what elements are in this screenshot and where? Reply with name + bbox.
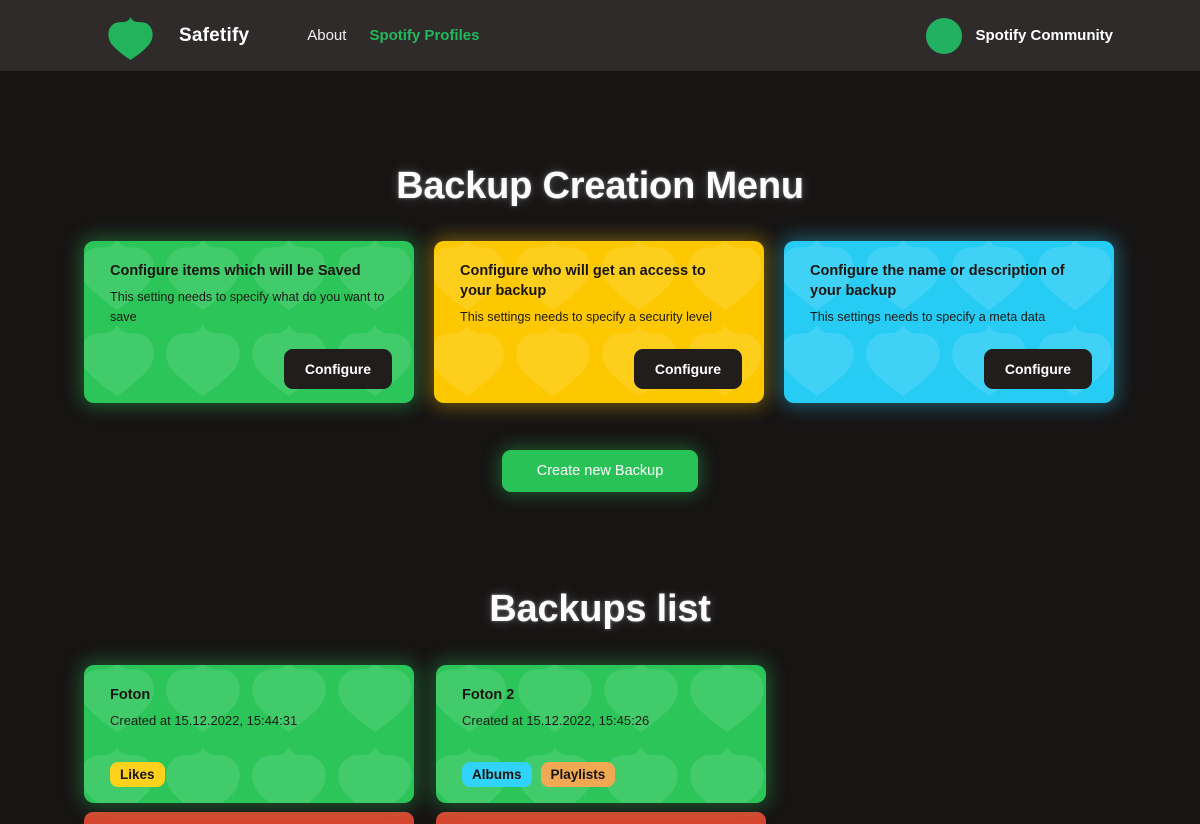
backups-list-grid: Foton Created at 15.12.2022, 15:44:31 Li…: [0, 665, 1200, 824]
delete-backup-button[interactable]: Delete this backup: [84, 812, 414, 824]
brand[interactable]: Safetify: [104, 10, 249, 62]
backup-created-at: Created at 15.12.2022, 15:45:26: [462, 713, 650, 728]
backup-list-item: Foton Created at 15.12.2022, 15:44:31 Li…: [84, 665, 414, 824]
brand-name: Safetify: [179, 24, 250, 46]
config-card-title: Configure items which will be Saved: [110, 263, 361, 279]
configure-button[interactable]: Configure: [983, 349, 1092, 389]
nav-link-about[interactable]: About: [307, 27, 346, 44]
backup-created-at: Created at 15.12.2022, 15:44:31: [110, 713, 298, 728]
create-backup-row: Create new Backup: [0, 450, 1200, 492]
config-card-description: This settings needs to specify a securit…: [460, 310, 712, 324]
backup-tag-row: Albums Playlists: [462, 762, 744, 787]
backup-tag-row: Likes: [110, 762, 392, 787]
page-title-backup-menu: Backup Creation Menu: [396, 165, 804, 207]
backup-tag-playlists: Playlists: [540, 762, 616, 787]
config-card-title: Configure the name or description of you…: [810, 263, 1065, 299]
user-menu[interactable]: Spotify Community: [925, 17, 1114, 54]
backup-tag-likes: Likes: [110, 762, 165, 787]
configure-button[interactable]: Configure: [283, 349, 392, 389]
site-header: Safetify About Spotify Profiles Spotify …: [0, 0, 1200, 71]
main-nav: About Spotify Profiles: [307, 27, 479, 44]
config-card-grid: Configure items which will be Saved This…: [0, 241, 1200, 403]
backup-name: Foton 2: [462, 687, 515, 703]
config-card-saved-items[interactable]: Configure items which will be Saved This…: [84, 241, 414, 403]
backup-tag-albums: Albums: [462, 762, 532, 787]
create-new-backup-button[interactable]: Create new Backup: [501, 450, 699, 492]
delete-backup-button[interactable]: Delete this backup: [436, 812, 766, 824]
main-content: Backup Creation Menu Configure items whi…: [0, 165, 1200, 824]
config-card-title: Configure who will get an access to your…: [460, 263, 706, 299]
config-card-description: This setting needs to specify what do yo…: [110, 290, 385, 324]
backup-card[interactable]: Foton Created at 15.12.2022, 15:44:31 Li…: [84, 665, 414, 803]
user-name: Spotify Community: [975, 27, 1114, 44]
config-card-metadata[interactable]: Configure the name or description of you…: [784, 241, 1114, 403]
user-avatar-circle-icon: [925, 17, 962, 54]
nav-link-spotify-profiles[interactable]: Spotify Profiles: [369, 27, 479, 44]
page-title-backups-list: Backups list: [489, 588, 711, 630]
safetify-heart-shield-logo-icon: [104, 10, 157, 62]
backup-list-item: Foton 2 Created at 15.12.2022, 15:45:26 …: [436, 665, 766, 824]
configure-button[interactable]: Configure: [633, 349, 742, 389]
config-card-description: This settings needs to specify a meta da…: [810, 310, 1046, 324]
config-card-access[interactable]: Configure who will get an access to your…: [434, 241, 764, 403]
backup-name: Foton: [110, 687, 151, 703]
backup-card[interactable]: Foton 2 Created at 15.12.2022, 15:45:26 …: [436, 665, 766, 803]
